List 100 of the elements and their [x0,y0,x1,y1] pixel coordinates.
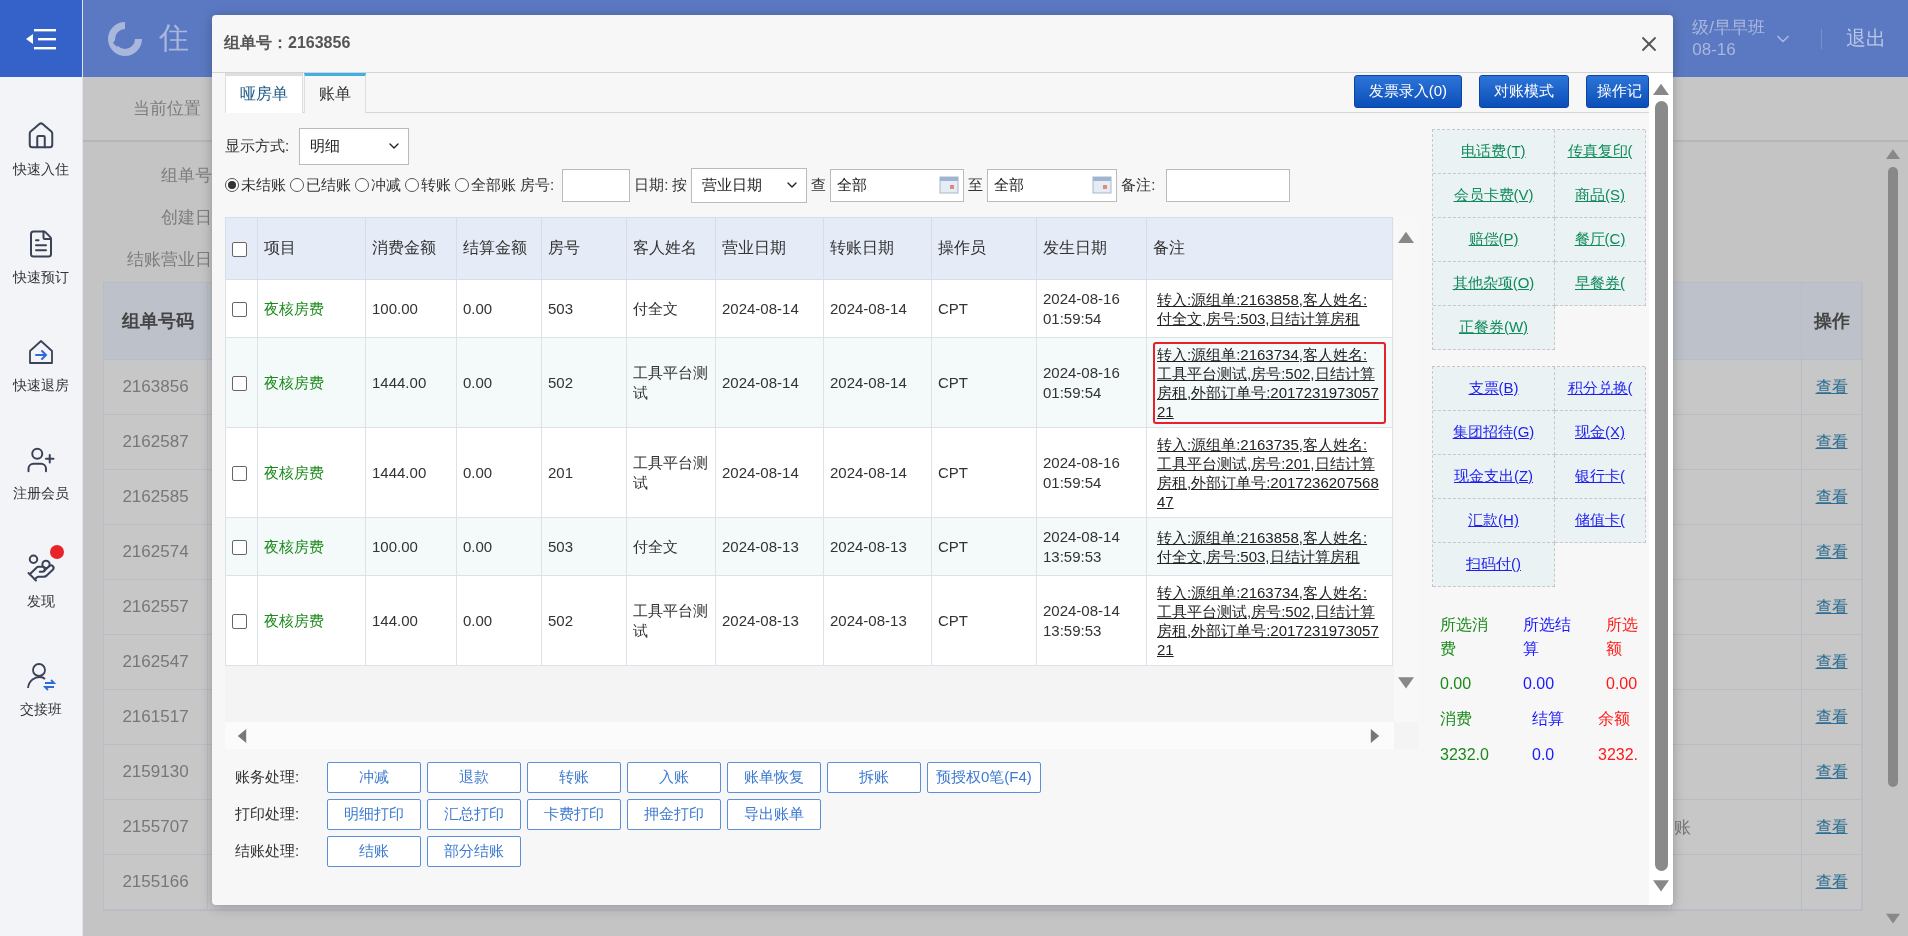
scroll-down-arrow[interactable] [1398,674,1414,690]
table-cell: CPT [938,463,968,481]
status-radio[interactable]: 未结账 [225,175,286,195]
table-cell: 2155166 [122,872,189,892]
quick-entry-link[interactable]: 正餐券(W) [1433,306,1555,350]
column-header: 营业日期 [722,239,786,256]
view-link[interactable]: 查看 [1815,651,1848,673]
quick-entry-link[interactable]: 银行卡( [1555,455,1646,499]
action-button[interactable]: 汇总打印 [427,799,521,830]
sidebar-item[interactable]: 快速入住 [0,95,82,203]
quick-entry-link[interactable]: 积分兑换( [1555,367,1646,411]
column-header: 客人姓名 [633,239,697,256]
action-button[interactable]: 冲减 [327,762,421,793]
row-checkbox[interactable] [232,302,247,318]
quick-entry-link[interactable]: 支票(B) [1433,367,1555,411]
user-shift-text: 级/早早班 [1692,16,1765,39]
table-cell: 201 [548,463,574,481]
table-cell: 2024-08-13 [830,611,907,629]
table-cell: CPT [938,611,968,629]
sidebar-item[interactable]: 交接班 [0,635,82,743]
row-checkbox[interactable] [232,540,247,556]
quick-entry-link[interactable]: 扫码付() [1433,543,1555,587]
action-button[interactable]: 卡费打印 [527,799,621,830]
table-cell: 2024-08-14 [722,373,799,391]
scroll-down-arrow[interactable] [1886,911,1900,925]
view-link[interactable]: 查看 [1815,706,1848,728]
menu-icon[interactable] [26,27,56,50]
quick-entry-link[interactable]: 现金支出(Z) [1433,455,1555,499]
view-link[interactable]: 查看 [1815,376,1848,398]
quick-entry-link[interactable]: 汇款(H) [1433,499,1555,543]
quick-entry-link[interactable]: 餐厅(C) [1555,218,1646,262]
house-arrow-icon [26,337,56,367]
date-type-select[interactable]: 营业日期 [691,167,808,203]
scroll-down-arrow[interactable] [1653,877,1669,893]
quick-entry-link[interactable]: 商品(S) [1555,174,1646,218]
table-cell: 2024-08-16 01:59:54 [1043,453,1120,491]
quick-entry-link[interactable]: 集团招待(G) [1433,411,1555,455]
status-radio[interactable]: 冲减 [355,175,401,195]
table-cell: 付全文 [633,299,678,317]
action-button[interactable]: 转账 [527,762,621,793]
view-link[interactable]: 查看 [1815,816,1848,838]
view-link[interactable]: 查看 [1815,596,1848,618]
status-radio[interactable]: 转账 [405,175,451,195]
row-checkbox[interactable] [232,376,247,392]
row-checkbox[interactable] [232,466,247,482]
toolbar-button[interactable]: 操作记 [1586,75,1649,108]
action-button[interactable]: 账单恢复 [727,762,821,793]
quick-entry-link[interactable]: 传真复印( [1555,130,1646,174]
quick-entry-link[interactable]: 储值卡( [1555,499,1646,543]
table-cell: 0.00 [463,299,493,317]
quick-entry-link[interactable]: 会员卡费(V) [1433,174,1555,218]
action-button[interactable]: 入账 [627,762,721,793]
remark-link[interactable]: 转入:源组单:2163734,客人姓名:工具平台测试,房号:502,日结计算房租,外部订单号:201723197305721 [1153,341,1386,424]
quick-entry-link[interactable]: 电话费(T) [1433,130,1555,174]
action-button[interactable]: 押金打印 [627,799,721,830]
row-checkbox[interactable] [232,614,247,630]
table-cell: CPT [938,373,968,391]
remark-input[interactable] [1165,168,1290,202]
view-link[interactable]: 查看 [1815,541,1848,563]
sidebar-item[interactable]: 快速退房 [0,311,82,419]
quick-entry-link[interactable]: 赔偿(P) [1433,218,1555,262]
scroll-right-arrow[interactable] [1368,728,1382,743]
view-link[interactable]: 查看 [1815,871,1848,893]
action-button[interactable]: 部分结账 [427,836,521,867]
end-date-input[interactable]: 全部 [987,168,1118,202]
action-button[interactable]: 导出账单 [727,799,821,830]
calendar-icon[interactable] [939,176,960,194]
action-button[interactable]: 退款 [427,762,521,793]
scrollbar-thumb[interactable] [1888,167,1898,787]
room-input[interactable] [562,168,631,202]
scrollbar-thumb[interactable] [1654,101,1668,871]
quick-entry-link[interactable]: 早餐券( [1555,262,1646,306]
quick-entry-link[interactable]: 现金(X) [1555,411,1646,455]
quick-entry-link[interactable]: 其他杂项(O) [1433,262,1555,306]
table-cell: 2024-08-14 [722,463,799,481]
start-date-input[interactable]: 全部 [830,168,965,202]
table-cell: 2024-08-14 [830,299,907,317]
sidebar-item[interactable]: 快速预订 [0,203,82,311]
action-button[interactable]: 结账 [327,836,421,867]
view-link[interactable]: 查看 [1815,761,1848,783]
toolbar-button[interactable]: 对账模式 [1479,75,1569,108]
action-button[interactable]: 拆账 [827,762,921,793]
calendar-icon[interactable] [1092,176,1113,194]
sidebar-item[interactable]: 注册会员 [0,419,82,527]
action-button[interactable]: 明细打印 [327,799,421,830]
toolbar-button[interactable]: 发票录入(0) [1353,75,1462,108]
table-cell: 503 [548,537,574,555]
table-cell: 2162587 [122,432,189,452]
table-cell: 144.00 [372,611,418,629]
scroll-left-arrow[interactable] [235,728,249,743]
select-all-checkbox[interactable] [232,241,247,257]
status-radio[interactable]: 全部账 [455,175,516,195]
sidebar-item[interactable]: 发现 [0,527,82,635]
status-radio[interactable]: 已结账 [290,175,351,195]
view-link[interactable]: 查看 [1815,431,1848,453]
view-link[interactable]: 查看 [1815,486,1848,508]
action-button[interactable]: 预授权0笔(F4) [927,762,1041,793]
tab[interactable]: 账单 [304,73,366,113]
tab[interactable]: 哑房单 [225,73,303,113]
display-mode-select[interactable]: 明细 [299,127,410,165]
